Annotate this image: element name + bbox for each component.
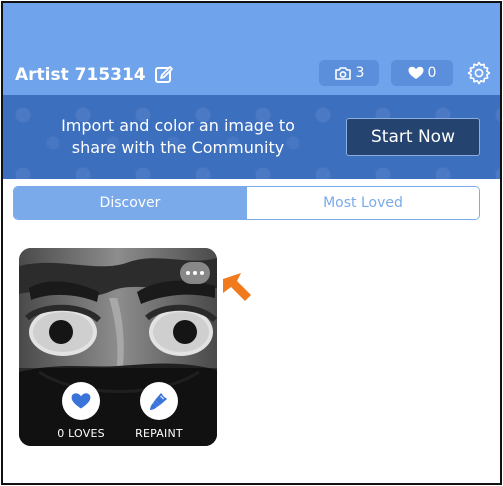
artist-name-group: Artist 715314 [15,63,174,87]
paintbrush-icon [150,393,167,410]
banner-line-1: Import and color an image to [61,116,295,135]
heart-icon [71,393,91,409]
photos-count: 3 [355,65,365,81]
tab-most-loved[interactable]: Most Loved [246,187,479,219]
loves-count: 0 [427,65,437,81]
banner-message: Import and color an image to share with … [23,115,333,159]
loves-label: 0 LOVES [57,427,105,440]
gear-icon[interactable] [467,61,491,85]
app-frame: Artist 715314 3 0 Import and color an im… [1,1,502,485]
love-button[interactable] [62,382,100,420]
photos-count-button[interactable]: 3 [319,60,379,86]
edit-icon[interactable] [154,65,174,85]
repaint-action[interactable]: REPAINT [119,382,199,440]
tab-discover[interactable]: Discover [14,187,246,219]
profile-header: Artist 715314 3 0 [3,3,500,95]
import-banner: Import and color an image to share with … [3,95,500,179]
loves-count-button[interactable]: 0 [391,60,453,86]
more-dot [193,271,197,275]
more-options-button[interactable] [180,262,210,284]
repaint-label: REPAINT [135,427,183,440]
more-dot [200,271,204,275]
love-action[interactable]: 0 LOVES [41,382,121,440]
more-dot [186,271,190,275]
feed-tabs: Discover Most Loved [13,186,480,220]
arrow-icon [223,273,251,301]
start-now-button[interactable]: Start Now [346,118,480,156]
heart-icon [408,66,424,79]
camera-icon [334,66,351,80]
artist-name: Artist 715314 [15,65,146,85]
banner-line-2: share with the Community [71,138,285,157]
repaint-button[interactable] [140,382,178,420]
artwork-card[interactable]: 0 LOVES REPAINT [19,248,217,446]
